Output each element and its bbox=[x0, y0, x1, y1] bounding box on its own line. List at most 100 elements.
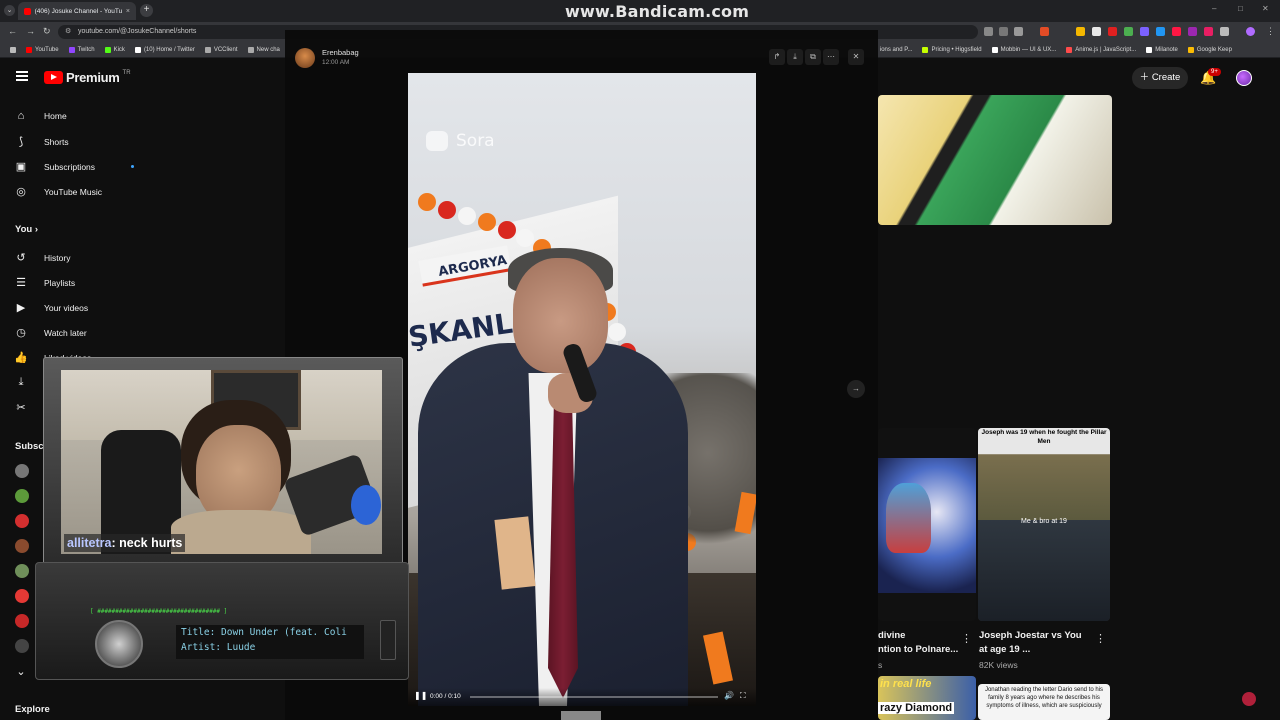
back-icon[interactable]: ← bbox=[8, 26, 17, 36]
extension-icon[interactable] bbox=[1092, 27, 1101, 36]
watch-later-icon: ◷ bbox=[16, 327, 26, 339]
you-section-heading[interactable]: You › bbox=[15, 224, 38, 235]
youtube-favicon-icon bbox=[24, 7, 31, 15]
more-options-icon[interactable]: ⋯ bbox=[823, 49, 839, 65]
sidebar-item-playlists[interactable]: ☰ Playlists bbox=[14, 276, 75, 289]
sidebar-item-subscriptions[interactable]: ▣ Subscriptions bbox=[14, 160, 135, 173]
url-text: youtube.com/@JosukeChannel/shorts bbox=[78, 28, 197, 35]
bookmark-twitch[interactable]: Twitch bbox=[68, 46, 95, 53]
more-actions-icon[interactable]: ⋮ bbox=[1095, 632, 1106, 645]
account-avatar[interactable] bbox=[1236, 70, 1252, 86]
maximize-icon[interactable]: □ bbox=[1238, 4, 1243, 13]
menu-dots-icon[interactable]: ⋮ bbox=[1266, 26, 1275, 37]
bookmark-milanote[interactable]: Milanote bbox=[1146, 46, 1178, 53]
pause-icon[interactable]: ❚❚ bbox=[414, 691, 427, 700]
short-thumbnail[interactable]: Joseph was 19 when he fought the Pillar … bbox=[978, 428, 1110, 621]
thumb-caption: Me & bro at 19 bbox=[1021, 518, 1067, 525]
bookmark-new[interactable]: New cha bbox=[247, 46, 280, 53]
tab-search-button[interactable]: ⌄ bbox=[4, 5, 15, 16]
sidebar-item-clips[interactable]: ✂ bbox=[14, 401, 28, 414]
extensions-puzzle-icon[interactable] bbox=[1220, 27, 1229, 36]
subscription-avatar[interactable] bbox=[15, 564, 29, 578]
extension-icon[interactable] bbox=[1108, 27, 1117, 36]
short-thumbnail[interactable]: Jonathan reading the letter Dario send t… bbox=[978, 684, 1110, 720]
forward-icon[interactable]: → bbox=[26, 26, 35, 36]
extension-icon[interactable] bbox=[984, 27, 993, 36]
next-media-arrow[interactable]: → bbox=[847, 380, 865, 398]
sidebar-item-downloads[interactable]: ⤓ bbox=[14, 376, 28, 389]
extension-icon[interactable] bbox=[1188, 27, 1197, 36]
open-external-icon[interactable]: ⧉ bbox=[805, 49, 821, 65]
sidebar-item-history[interactable]: ↺ History bbox=[14, 251, 70, 264]
liked-videos-icon: 👍 bbox=[14, 352, 28, 364]
video-views: 82K views bbox=[979, 660, 1018, 670]
close-tab-icon[interactable]: × bbox=[126, 8, 130, 15]
create-button[interactable]: ＋ Create bbox=[1132, 67, 1188, 89]
minimize-icon[interactable]: – bbox=[1212, 4, 1216, 13]
seek-bar[interactable] bbox=[470, 696, 718, 698]
bookmark-apps[interactable] bbox=[10, 46, 16, 53]
site-info-icon[interactable]: ⚙ bbox=[65, 25, 71, 39]
extension-icon[interactable] bbox=[1172, 27, 1181, 36]
poster-avatar[interactable] bbox=[295, 48, 315, 68]
subscription-avatar[interactable] bbox=[15, 589, 29, 603]
short-thumbnail[interactable] bbox=[878, 428, 976, 621]
youtube-premium-logo[interactable]: Premium TR bbox=[44, 70, 131, 85]
extension-icon[interactable] bbox=[1076, 27, 1085, 36]
floating-action-button[interactable] bbox=[1242, 692, 1256, 706]
subscription-avatar[interactable] bbox=[15, 489, 29, 503]
fullscreen-icon[interactable]: ⛶ bbox=[740, 691, 746, 701]
extension-icon[interactable] bbox=[1204, 27, 1213, 36]
hamburger-menu-icon[interactable] bbox=[16, 71, 28, 81]
sidebar-item-shorts[interactable]: ⟆ Shorts bbox=[14, 135, 69, 148]
bookmark-ions[interactable]: ions and P... bbox=[880, 47, 913, 53]
sidebar-item-home[interactable]: ⌂ Home bbox=[14, 110, 67, 122]
download-icon[interactable]: ⤓ bbox=[787, 49, 803, 65]
bookmark-star-icon[interactable] bbox=[1014, 27, 1023, 36]
notification-count-badge: 9+ bbox=[1208, 68, 1221, 76]
extension-icon[interactable] bbox=[1124, 27, 1133, 36]
media-strip-thumbnail[interactable] bbox=[561, 711, 601, 720]
bookmark-mobbin[interactable]: Mobbin — UI & UX... bbox=[991, 46, 1056, 53]
subscription-avatar[interactable] bbox=[15, 514, 29, 528]
bookmark-twitter[interactable]: (10) Home / Twitter bbox=[134, 46, 195, 53]
forward-share-icon[interactable]: ↱ bbox=[769, 49, 785, 65]
explore-heading: Explore bbox=[15, 704, 50, 715]
reload-icon[interactable]: ↻ bbox=[43, 26, 51, 37]
profile-icon[interactable] bbox=[1246, 27, 1255, 36]
bookmark-youtube[interactable]: YouTube bbox=[26, 46, 59, 53]
more-actions-icon[interactable]: ⋮ bbox=[961, 632, 972, 645]
sidebar-item-watch-later[interactable]: ◷ Watch later bbox=[14, 326, 86, 339]
now-playing-artist: Artist: Luude bbox=[181, 642, 256, 653]
short-thumbnail[interactable]: in real life razy Diamond bbox=[878, 676, 976, 720]
video-title[interactable]: divine ntion to Polnare... bbox=[878, 629, 958, 657]
volume-icon[interactable]: 🔊 bbox=[724, 691, 734, 700]
extension-icon[interactable] bbox=[1040, 27, 1049, 36]
video-player[interactable]: ARGORYA ŞKANLI Sora ❚❚ 0:00 / 0:10 🔊 ⛶ bbox=[408, 73, 756, 706]
bookmark-kick[interactable]: Kick bbox=[104, 46, 125, 53]
extension-icon[interactable] bbox=[1140, 27, 1149, 36]
close-window-icon[interactable]: ✕ bbox=[1262, 4, 1269, 13]
bookmark-google-keep[interactable]: Google Keep bbox=[1187, 46, 1232, 53]
browser-tab[interactable]: (406) Josuke Channel - YouTube × bbox=[18, 2, 136, 20]
subscription-avatar[interactable] bbox=[15, 639, 29, 653]
video-title[interactable]: Joseph Joestar vs You at age 19 ... bbox=[979, 629, 1094, 657]
poster-name[interactable]: Erenbabag bbox=[322, 48, 359, 57]
subscriptions-icon: ▣ bbox=[15, 161, 27, 173]
bookmark-higgsfield[interactable]: Pricing • Higgsfield bbox=[922, 46, 982, 53]
subscription-avatar[interactable] bbox=[15, 464, 29, 478]
short-thumbnail[interactable] bbox=[878, 95, 1112, 225]
extension-icon[interactable] bbox=[1156, 27, 1165, 36]
show-more-subscriptions[interactable]: ⌄ bbox=[14, 665, 28, 678]
close-viewer-icon[interactable]: ✕ bbox=[848, 49, 864, 65]
subscription-avatar[interactable] bbox=[15, 614, 29, 628]
bookmark-animejs[interactable]: Anime.js | JavaScript... bbox=[1066, 46, 1136, 53]
bookmark-vcclient[interactable]: VCClient bbox=[204, 46, 238, 53]
zoom-icon[interactable] bbox=[999, 27, 1008, 36]
new-tab-button[interactable]: + bbox=[140, 4, 153, 17]
sidebar-item-your-videos[interactable]: ▶ Your videos bbox=[14, 301, 88, 314]
sidebar-item-youtube-music[interactable]: ◎ YouTube Music bbox=[14, 185, 102, 198]
chevron-down-icon: ⌄ bbox=[16, 666, 26, 678]
subscription-avatar[interactable] bbox=[15, 539, 29, 553]
now-playing-title: Title: Down Under (feat. Coli bbox=[181, 627, 347, 638]
